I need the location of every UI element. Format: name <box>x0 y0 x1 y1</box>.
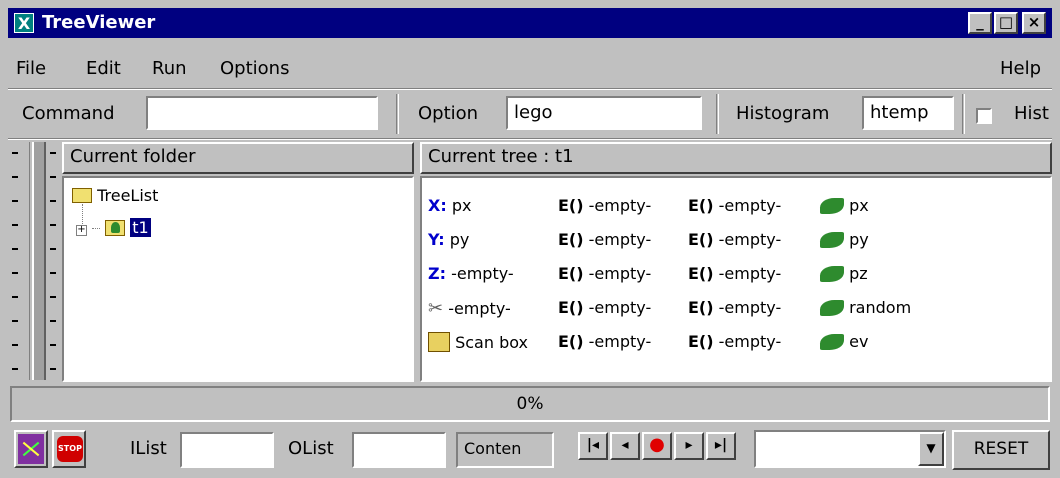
tree-expression-panel[interactable]: X: px E() -empty- E() -empty- px Y: py E… <box>420 176 1052 382</box>
toolbar-separator <box>8 138 1052 140</box>
stop-icon: STOP <box>57 436 83 462</box>
z-label: Z: <box>428 264 446 283</box>
tree-folder-icon <box>105 220 126 236</box>
hist-checkbox-label: Hist <box>1014 103 1049 124</box>
scissors-icon: ✂ <box>428 298 444 319</box>
histogram-label: Histogram <box>736 103 830 124</box>
tree-root-label: TreeList <box>97 186 159 205</box>
ilist-input[interactable] <box>180 432 274 468</box>
menu-file[interactable]: File <box>16 58 46 79</box>
leaf-icon <box>820 232 844 248</box>
command-label: Command <box>22 103 115 124</box>
expression-slot[interactable]: E() -empty- <box>688 196 781 215</box>
option-label: Option <box>418 103 479 124</box>
leaf-item[interactable]: px <box>820 196 869 215</box>
stop-button[interactable]: STOP <box>52 430 86 468</box>
menu-help[interactable]: Help <box>1000 58 1041 79</box>
toolbar-divider <box>962 94 965 134</box>
record-icon[interactable]: ● <box>642 432 672 460</box>
expression-slot[interactable]: E() -empty- <box>688 332 781 351</box>
leaf-icon <box>820 334 844 350</box>
folder-tree[interactable]: TreeList + t1 <box>62 176 414 382</box>
leaf-item[interactable]: py <box>820 230 869 249</box>
expression-slot[interactable]: E() -empty- <box>688 230 781 249</box>
z-expression[interactable]: Z: -empty- <box>428 264 514 283</box>
left-ruler-2 <box>48 142 62 380</box>
progress-text: 0% <box>516 394 544 414</box>
tree-root-item[interactable]: TreeList <box>72 186 158 205</box>
y-value: py <box>449 230 470 249</box>
option-input[interactable]: lego <box>506 96 702 130</box>
olist-input[interactable] <box>352 432 446 468</box>
menu-run[interactable]: Run <box>152 58 187 79</box>
close-icon[interactable]: × <box>1022 12 1046 34</box>
progress-bar: 0% <box>10 386 1050 422</box>
command-input[interactable] <box>146 96 378 130</box>
x-value: px <box>451 196 472 215</box>
z-value: -empty- <box>451 264 514 283</box>
expression-slot[interactable]: E() -empty- <box>558 264 651 283</box>
title-bar: X TreeViewer _ □ × <box>8 8 1052 38</box>
expression-slot[interactable]: E() -empty- <box>688 298 781 317</box>
toolbar-divider <box>716 94 719 134</box>
leaf-icon <box>820 198 844 214</box>
cut-value: -empty- <box>448 299 511 318</box>
current-folder-header: Current folder <box>62 142 414 174</box>
y-expression[interactable]: Y: py <box>428 230 469 249</box>
x-expression[interactable]: X: px <box>428 196 471 215</box>
hist-checkbox[interactable] <box>976 108 992 124</box>
record-combo[interactable]: ▼ <box>754 430 946 468</box>
menu-separator <box>8 88 1052 90</box>
expression-slot[interactable]: E() -empty- <box>558 196 651 215</box>
expand-icon[interactable]: + <box>76 225 87 236</box>
leaf-item[interactable]: pz <box>820 264 868 283</box>
folder-icon <box>72 188 92 203</box>
menu-options[interactable]: Options <box>220 58 289 79</box>
expression-slot[interactable]: E() -empty- <box>558 298 651 317</box>
ilist-label: IList <box>130 438 167 459</box>
left-ruler <box>10 142 30 380</box>
scan-box[interactable]: Scan box <box>428 332 528 352</box>
minimize-icon[interactable]: _ <box>968 12 992 34</box>
expression-slot[interactable]: E() -empty- <box>558 332 651 351</box>
x-app-icon: X <box>14 13 34 33</box>
current-tree-header: Current tree : t1 <box>420 142 1052 174</box>
menu-edit[interactable]: Edit <box>86 58 121 79</box>
leaf-item[interactable]: ev <box>820 332 868 351</box>
x-label: X: <box>428 196 447 215</box>
dropdown-arrow-icon[interactable]: ▼ <box>918 432 944 466</box>
last-icon[interactable]: ▸| <box>706 432 736 460</box>
toolbar-divider <box>396 94 399 134</box>
reset-button[interactable]: RESET <box>952 430 1050 470</box>
y-label: Y: <box>428 230 445 249</box>
prev-icon[interactable]: ◂ <box>610 432 640 460</box>
leaf-item[interactable]: random <box>820 298 911 317</box>
cut-expression[interactable]: ✂ -empty- <box>428 298 511 319</box>
leaf-icon <box>820 266 844 282</box>
box-icon <box>428 332 450 352</box>
expression-slot[interactable]: E() -empty- <box>688 264 781 283</box>
splitter-handle[interactable] <box>32 142 46 380</box>
content-button[interactable]: Conten <box>456 432 554 468</box>
leaf-icon <box>820 300 844 316</box>
next-icon[interactable]: ▸ <box>674 432 704 460</box>
first-icon[interactable]: |◂ <box>578 432 608 460</box>
expression-slot[interactable]: E() -empty- <box>558 230 651 249</box>
histogram-input[interactable]: htemp <box>862 96 954 130</box>
draw-button[interactable] <box>14 430 48 468</box>
tree-child-item[interactable]: + t1 <box>76 218 151 237</box>
window-title: TreeViewer <box>42 12 156 33</box>
tree-child-label: t1 <box>130 218 151 237</box>
scan-box-label: Scan box <box>455 333 528 352</box>
draw-icon <box>18 434 44 464</box>
maximize-icon[interactable]: □ <box>994 12 1018 34</box>
olist-label: OList <box>288 438 334 459</box>
